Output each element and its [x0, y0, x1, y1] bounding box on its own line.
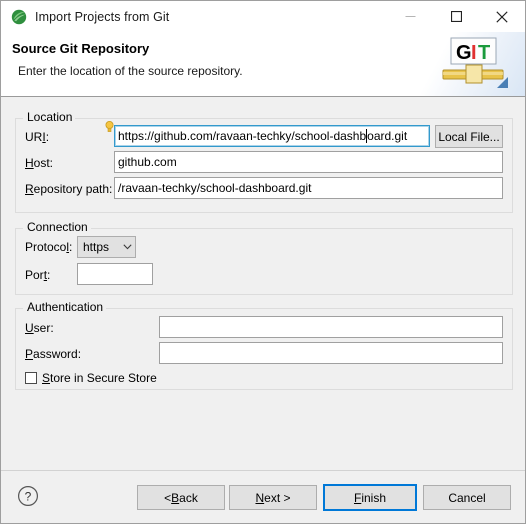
svg-text:T: T	[478, 42, 490, 64]
store-secure-label: Store in Secure Store	[42, 371, 157, 385]
import-git-dialog: Import Projects from Git Source Git Repo…	[0, 0, 526, 524]
finish-button[interactable]: Finish	[323, 484, 417, 511]
uri-value-after: oard.git	[367, 129, 408, 143]
next-button[interactable]: Next >	[229, 485, 317, 510]
wizard-header: Source Git Repository Enter the location…	[1, 32, 525, 97]
password-label: Password:	[25, 347, 82, 361]
connection-group-title: Connection	[24, 220, 91, 234]
password-input[interactable]	[159, 342, 503, 364]
store-secure-checkbox[interactable]: Store in Secure Store	[25, 371, 157, 385]
close-icon[interactable]	[479, 1, 525, 32]
window-title: Import Projects from Git	[35, 9, 170, 24]
local-file-button[interactable]: Local File...	[435, 125, 503, 148]
uri-input[interactable]: https://github.com/ravaan-techky/school-…	[114, 125, 430, 147]
port-label: Port:	[25, 268, 51, 282]
title-bar: Import Projects from Git	[1, 1, 525, 32]
port-input[interactable]	[77, 263, 153, 285]
back-button[interactable]: < Back	[137, 485, 225, 510]
protocol-select[interactable]: https	[77, 236, 136, 258]
authentication-group-title: Authentication	[24, 300, 107, 314]
button-bar: ? < Back Next > Finish Cancel	[1, 470, 525, 523]
maximize-icon[interactable]	[433, 1, 479, 32]
checkbox-box	[25, 372, 37, 384]
user-input[interactable]	[159, 316, 503, 338]
repository-path-label: Repository path:	[25, 182, 113, 196]
repository-path-input[interactable]: /ravaan-techky/school-dashboard.git	[114, 177, 503, 199]
chevron-down-icon	[119, 244, 135, 250]
window-controls	[387, 1, 525, 32]
dialog-body: Location URI: https://github.com/ravaan-…	[1, 97, 525, 470]
lightbulb-icon	[105, 121, 114, 133]
svg-text:?: ?	[25, 490, 32, 504]
page-description: Enter the location of the source reposit…	[18, 64, 243, 78]
page-title: Source Git Repository	[12, 41, 150, 56]
git-logo: G I T	[439, 36, 509, 92]
location-group-title: Location	[24, 110, 76, 124]
uri-label: URI:	[25, 130, 50, 144]
protocol-label: Protocol:	[25, 240, 73, 254]
protocol-value: https	[83, 240, 110, 254]
eclipse-icon	[11, 9, 27, 25]
help-icon[interactable]: ?	[17, 485, 39, 507]
svg-text:G: G	[456, 42, 472, 64]
host-label: Host:	[25, 156, 54, 170]
svg-text:I: I	[471, 42, 477, 64]
host-input[interactable]: github.com	[114, 151, 503, 173]
minimize-icon[interactable]	[387, 1, 433, 32]
cancel-button[interactable]: Cancel	[423, 485, 511, 510]
uri-value-before: https://github.com/ravaan-techky/school-…	[118, 129, 367, 143]
user-label: User:	[25, 321, 54, 335]
